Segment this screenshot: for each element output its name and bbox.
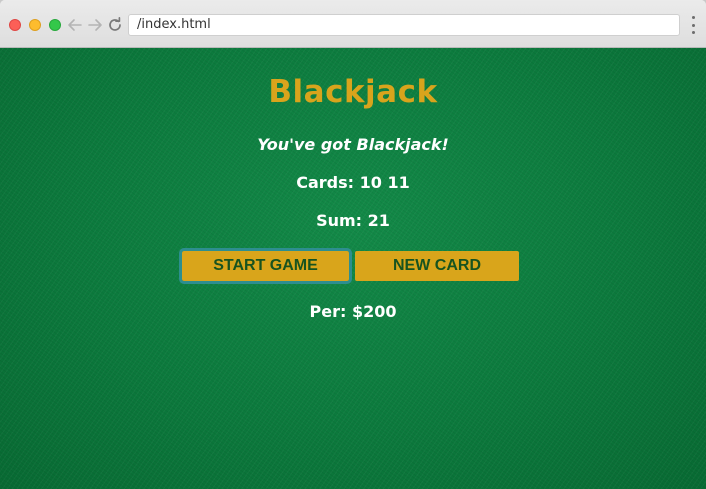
arrow-right-icon bbox=[88, 19, 102, 31]
reload-button[interactable] bbox=[106, 14, 124, 36]
cards-display: Cards: 10 11 bbox=[296, 173, 410, 192]
player-display: Per: $200 bbox=[309, 302, 397, 321]
sum-display: Sum: 21 bbox=[316, 211, 390, 230]
start-game-button[interactable]: START GAME bbox=[179, 248, 352, 284]
game-message: You've got Blackjack! bbox=[257, 135, 449, 154]
window-close-button[interactable] bbox=[9, 19, 21, 31]
arrow-left-icon bbox=[68, 19, 82, 31]
game-table: Blackjack You've got Blackjack! Cards: 1… bbox=[0, 48, 706, 489]
window-minimize-button[interactable] bbox=[29, 19, 41, 31]
browser-toolbar: /index.html bbox=[0, 0, 706, 48]
vertical-dots-icon[interactable] bbox=[689, 16, 697, 34]
address-bar-url: /index.html bbox=[137, 17, 211, 32]
page-title: Blackjack bbox=[268, 74, 438, 110]
new-card-button[interactable]: NEW CARD bbox=[355, 251, 519, 281]
back-button[interactable] bbox=[66, 14, 84, 36]
reload-icon bbox=[109, 17, 121, 31]
forward-button[interactable] bbox=[86, 14, 104, 36]
address-bar[interactable]: /index.html bbox=[128, 14, 680, 36]
window-maximize-button[interactable] bbox=[49, 19, 61, 31]
browser-window: /index.html Blackjack You've got Blackja… bbox=[0, 0, 706, 489]
